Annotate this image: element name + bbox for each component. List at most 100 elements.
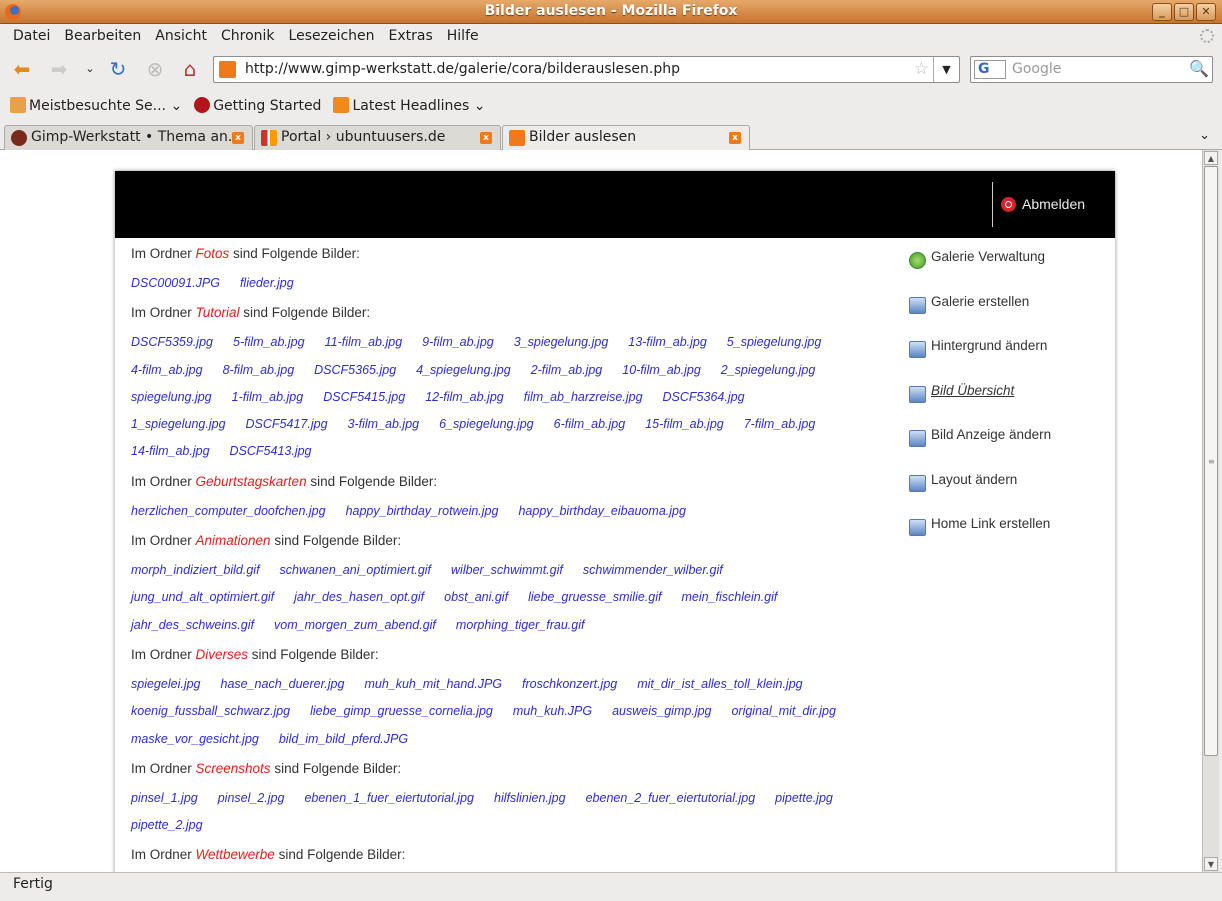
image-link[interactable]: 3_spiegelung.jpg: [514, 335, 609, 349]
image-link[interactable]: 1-film_ab.jpg: [232, 390, 304, 404]
image-link[interactable]: 5-film_ab.jpg: [233, 335, 305, 349]
image-link[interactable]: herzlichen_computer_doofchen.jpg: [131, 504, 326, 518]
bookmark-star-icon[interactable]: ☆: [914, 59, 929, 79]
history-dropdown-button[interactable]: ⌄: [78, 58, 102, 80]
image-link[interactable]: froschkonzert.jpg: [522, 677, 617, 691]
menu-bearbeiten[interactable]: Bearbeiten: [57, 24, 148, 49]
image-link[interactable]: pinsel_1.jpg: [131, 791, 198, 805]
image-link[interactable]: DSCF5413.jpg: [230, 444, 312, 458]
image-link[interactable]: 14-film_ab.jpg: [131, 444, 210, 458]
image-link[interactable]: liebe_gimp_gruesse_cornelia.jpg: [310, 704, 493, 718]
image-link[interactable]: obst_ani.gif: [444, 590, 508, 604]
tab-list-button[interactable]: ⌄: [1199, 128, 1210, 143]
logout-link[interactable]: Abmelden: [1001, 196, 1085, 212]
search-icon[interactable]: 🔍: [1189, 59, 1209, 78]
menu-chronik[interactable]: Chronik: [214, 24, 282, 49]
image-link[interactable]: 8-film_ab.jpg: [223, 363, 295, 377]
sidebar-item[interactable]: Galerie erstellen: [909, 294, 1051, 339]
back-button[interactable]: ⬅: [10, 58, 34, 80]
image-link[interactable]: vom_morgen_zum_abend.gif: [274, 618, 436, 632]
image-link[interactable]: 6_spiegelung.jpg: [439, 417, 534, 431]
close-tab-icon[interactable]: x: [232, 132, 244, 144]
maximize-button[interactable]: □: [1174, 3, 1194, 21]
search-engine-button[interactable]: G: [974, 60, 1006, 79]
close-button[interactable]: ✕: [1196, 3, 1216, 21]
scroll-down-button[interactable]: ▼: [1204, 857, 1218, 871]
bookmark-getting-started[interactable]: Getting Started: [194, 96, 321, 114]
image-link[interactable]: muh_kuh_mit_hand.JPG: [364, 677, 502, 691]
sidebar-item[interactable]: Hintergrund ändern: [909, 338, 1051, 383]
image-link[interactable]: DSCF5364.jpg: [663, 390, 745, 404]
image-link[interactable]: DSCF5359.jpg: [131, 335, 213, 349]
home-button[interactable]: ⌂: [178, 58, 202, 80]
image-link[interactable]: pipette_2.jpg: [131, 818, 203, 832]
image-link[interactable]: mit_dir_ist_alles_toll_klein.jpg: [637, 677, 802, 691]
sidebar-item[interactable]: Bild Übersicht: [909, 383, 1051, 428]
stop-button[interactable]: ⊗: [143, 58, 167, 80]
vertical-scrollbar[interactable]: ▲ ≡ ▼: [1202, 150, 1219, 872]
image-link[interactable]: hase_nach_duerer.jpg: [221, 677, 345, 691]
url-bar[interactable]: http://www.gimp-werkstatt.de/galerie/cor…: [213, 56, 960, 83]
tab-ubuntuusers[interactable]: Portal › ubuntuusers.de x: [254, 125, 501, 150]
image-link[interactable]: flieder.jpg: [240, 276, 294, 290]
sidebar-item[interactable]: Home Link erstellen: [909, 516, 1051, 561]
sidebar-item[interactable]: Galerie Verwaltung: [909, 249, 1051, 294]
image-link[interactable]: 13-film_ab.jpg: [628, 335, 707, 349]
reload-button[interactable]: ↻: [106, 58, 130, 80]
sidebar-item[interactable]: Bild Anzeige ändern: [909, 427, 1051, 472]
image-link[interactable]: 9-film_ab.jpg: [422, 335, 494, 349]
search-input[interactable]: Google: [1012, 61, 1061, 77]
image-link[interactable]: 1_spiegelung.jpg: [131, 417, 226, 431]
image-link[interactable]: DSC00091.JPG: [131, 276, 220, 290]
image-link[interactable]: DSCF5417.jpg: [246, 417, 328, 431]
image-link[interactable]: 3-film_ab.jpg: [348, 417, 420, 431]
image-link[interactable]: 2-film_ab.jpg: [531, 363, 603, 377]
image-link[interactable]: film_ab_harzreise.jpg: [524, 390, 643, 404]
scrollbar-thumb[interactable]: ≡: [1204, 166, 1218, 756]
image-link[interactable]: morph_indiziert_bild.gif: [131, 563, 260, 577]
image-link[interactable]: koenig_fussball_schwarz.jpg: [131, 704, 290, 718]
image-link[interactable]: schwanen_ani_optimiert.gif: [280, 563, 431, 577]
forward-button[interactable]: ➡: [47, 58, 71, 80]
minimize-button[interactable]: _: [1152, 3, 1172, 21]
image-link[interactable]: 7-film_ab.jpg: [744, 417, 816, 431]
tab-gimp-werkstatt[interactable]: Gimp-Werkstatt • Thema an... x: [4, 125, 253, 150]
image-link[interactable]: maske_vor_gesicht.jpg: [131, 732, 259, 746]
image-link[interactable]: jahr_des_schweins.gif: [131, 618, 254, 632]
image-link[interactable]: jung_und_alt_optimiert.gif: [131, 590, 274, 604]
image-link[interactable]: schwimmender_wilber.gif: [583, 563, 723, 577]
image-link[interactable]: ausweis_gimp.jpg: [612, 704, 711, 718]
image-link[interactable]: mein_fischlein.gif: [681, 590, 777, 604]
menu-hilfe[interactable]: Hilfe: [440, 24, 486, 49]
image-link[interactable]: pipette.jpg: [775, 791, 833, 805]
image-link[interactable]: muh_kuh.JPG: [513, 704, 592, 718]
tab-bilder-auslesen[interactable]: Bilder auslesen x: [502, 125, 750, 151]
image-link[interactable]: pinsel_2.jpg: [218, 791, 285, 805]
image-link[interactable]: spiegelei.jpg: [131, 677, 201, 691]
close-tab-icon[interactable]: x: [480, 132, 492, 144]
image-link[interactable]: 15-film_ab.jpg: [645, 417, 724, 431]
menu-ansicht[interactable]: Ansicht: [148, 24, 214, 49]
sidebar-item[interactable]: Layout ändern: [909, 472, 1051, 517]
image-link[interactable]: 2_spiegelung.jpg: [721, 363, 816, 377]
image-link[interactable]: 10-film_ab.jpg: [622, 363, 701, 377]
image-link[interactable]: spiegelung.jpg: [131, 390, 212, 404]
close-tab-icon[interactable]: x: [729, 132, 741, 144]
menu-datei[interactable]: Datei: [6, 24, 57, 49]
url-dropdown-button[interactable]: ▼: [933, 57, 959, 82]
image-link[interactable]: DSCF5415.jpg: [323, 390, 405, 404]
image-link[interactable]: 12-film_ab.jpg: [425, 390, 504, 404]
image-link[interactable]: wilber_schwimmt.gif: [451, 563, 563, 577]
image-link[interactable]: hilfslinien.jpg: [494, 791, 566, 805]
image-link[interactable]: jahr_des_hasen_opt.gif: [294, 590, 424, 604]
image-link[interactable]: happy_birthday_eibauoma.jpg: [518, 504, 686, 518]
image-link[interactable]: 5_spiegelung.jpg: [727, 335, 822, 349]
url-input[interactable]: http://www.gimp-werkstatt.de/galerie/cor…: [245, 61, 680, 77]
bookmark-latest-headlines[interactable]: Latest Headlines ⌄: [333, 96, 486, 114]
image-link[interactable]: bild_im_bild_pferd.JPG: [279, 732, 408, 746]
image-link[interactable]: original_mit_dir.jpg: [731, 704, 835, 718]
image-link[interactable]: DSCF5365.jpg: [314, 363, 396, 377]
search-bar[interactable]: G Google 🔍: [970, 56, 1213, 83]
image-link[interactable]: morphing_tiger_frau.gif: [456, 618, 585, 632]
bookmark-most-visited[interactable]: Meistbesuchte Se... ⌄: [10, 96, 182, 114]
